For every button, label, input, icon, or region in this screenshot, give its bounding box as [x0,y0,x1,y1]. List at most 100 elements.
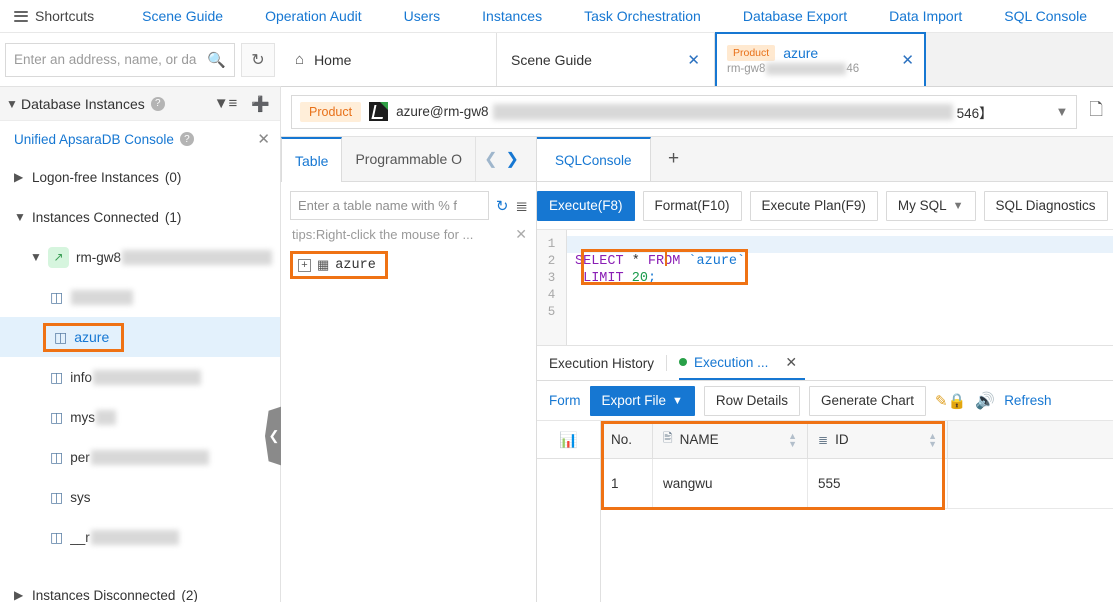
filter-icon[interactable]: ▼≡ [214,95,238,112]
plus-icon[interactable]: ➕ [251,95,270,113]
close-icon[interactable]: ✕ [785,354,797,371]
sidebar-group-instances-disconnected[interactable]: ▶ Instances Disconnected (2) [0,575,280,602]
help-icon[interactable]: ? [179,132,194,146]
nav-item-task-orchestration[interactable]: Task Orchestration [584,8,701,24]
tree-node-azure[interactable]: + ▦ azure [290,251,388,279]
close-icon[interactable]: ✕ [687,51,700,69]
search-input-placeholder: Enter an address, name, or da [14,52,197,67]
pencil-lock-icon[interactable]: ✎🔒 [935,392,966,410]
table-icon: ▦ [317,257,330,272]
bar-chart-icon[interactable]: 📊 [537,421,600,459]
unified-console-row: Unified ApsaraDB Console ? ✕ [0,121,280,157]
tab-programmable-objects[interactable]: Programmable O [342,137,477,181]
chevron-right-icon[interactable]: ❯ [505,149,518,169]
table-search-input[interactable] [290,191,489,220]
redacted-instance-id [766,63,847,75]
sidebar-db-item-performance[interactable]: ◫ per [0,437,280,477]
expand-icon[interactable]: + [298,258,311,272]
chevron-left-icon: ❮ [268,428,280,443]
chevron-down-icon[interactable]: ▼ [4,97,20,111]
line-number: 5 [547,305,556,319]
close-icon[interactable]: ✕ [257,130,270,148]
search-input[interactable]: Enter an address, name, or da 🔍 [5,42,235,77]
sidebar-db-item[interactable]: ◫ [0,277,280,317]
sort-icon[interactable]: ▲ ▼ [788,431,797,448]
sidebar-group-instances-connected[interactable]: ▼ Instances Connected (1) [0,197,280,237]
unified-apsaradb-console-link[interactable]: Unified ApsaraDB Console [14,132,174,147]
help-icon[interactable]: ? [150,96,165,111]
tab-sqlconsole[interactable]: SQLConsole [537,137,651,181]
sql-toolbar: Execute(F8) Format(F10) Execute Plan(F9)… [537,182,1113,230]
nav-item-instances[interactable]: Instances [482,8,542,24]
nav-item-database-export[interactable]: Database Export [743,8,847,24]
cell-id[interactable]: 555 [808,459,948,508]
tab-label: Scene Guide [511,51,592,68]
sidebar-db-item-mysql[interactable]: ◫ mys [0,397,280,437]
tab-execution-result[interactable]: Execution ... ✕ [679,346,806,380]
nav-item-users[interactable]: Users [404,8,441,24]
text-caret [665,252,667,266]
grid-header-id[interactable]: ≣ ID ▲ ▼ [808,421,948,458]
chevron-right-icon: ▶ [14,588,24,602]
refresh-icon[interactable]: ↻ [496,197,509,215]
sql-code[interactable]: SELECT * FROM `azure` LIMIT 20; [567,230,1113,357]
execute-button[interactable]: Execute(F8) [537,190,635,221]
form-button[interactable]: Form [549,393,581,408]
copy-icon[interactable]: 🗋 [1089,97,1103,126]
add-sql-tab-button[interactable]: + [651,137,697,181]
close-icon[interactable]: ✕ [901,51,914,69]
close-icon[interactable]: ✕ [515,226,527,243]
list-settings-icon[interactable]: ≣ [515,197,528,215]
chevron-left-icon[interactable]: ❮ [484,149,497,169]
export-file-button[interactable]: Export File ▼ [589,385,695,416]
sidebar-instance-rm-gw8[interactable]: ▼ ↗ rm-gw8 [0,237,280,277]
search-icon[interactable]: 🔍 [207,51,226,69]
refresh-button[interactable]: ↻ [241,42,275,77]
execute-plan-button[interactable]: Execute Plan(F9) [749,190,878,221]
shortcuts-button[interactable]: Shortcuts [14,8,94,24]
sidebar-db-item-sys[interactable]: ◫ sys [0,477,280,517]
redacted-instance-id [122,249,273,265]
tab-execution-history[interactable]: Execution History [549,346,666,380]
nav-item-operation-audit[interactable]: Operation Audit [265,8,362,24]
grid-header-no[interactable]: No. [601,421,653,458]
tab-scene-guide[interactable]: Scene Guide ✕ [497,33,715,86]
hamburger-menu-icon[interactable] [14,8,28,24]
sort-icon[interactable]: ▲ ▼ [928,431,937,448]
sidebar-db-label: __r [70,529,90,545]
sql-keyword: SELECT [575,254,624,269]
product-selector[interactable]: Product azure@rm-gw8 546】 ▼ [291,94,1078,129]
export-file-label: Export File [601,393,667,408]
my-sql-dropdown[interactable]: My SQL ▼ [885,190,976,221]
row-details-button[interactable]: Row Details [703,385,800,416]
group-label: Logon-free Instances [32,169,159,185]
tab-home[interactable]: ⌂ Home [281,33,497,86]
chevron-down-icon: ▼ [672,394,683,407]
grid-header-name[interactable]: 🖹 NAME ▲ ▼ [653,421,808,458]
speaker-icon[interactable]: 🔊 [975,391,995,411]
generate-chart-button[interactable]: Generate Chart [808,385,927,416]
sidebar-db-item-azure[interactable]: ◫ azure [0,317,280,357]
sidebar-group-logon-free[interactable]: ▶ Logon-free Instances (0) [0,157,280,197]
sql-editor[interactable]: 1 2 3 4 5 SELECT * FROM `azure` LIMIT 20… [537,230,1113,357]
tab-label: SQLConsole [555,152,632,168]
chevron-down-icon[interactable]: ▼ [1055,104,1068,119]
tab-label: Execution History [549,355,655,371]
tab-subtitle-prefix: rm-gw8 [727,63,766,75]
nav-item-sql-console[interactable]: SQL Console [1004,8,1087,24]
cell-name[interactable]: wangwu [653,459,808,508]
cell-filler [948,459,1113,508]
grid-header-row: No. 🖹 NAME ▲ ▼ ≣ ID ▲ ▼ [601,421,1113,459]
tab-azure-product[interactable]: Product azure rm-gw8 46 ✕ [715,32,926,86]
nav-item-scene-guide[interactable]: Scene Guide [142,8,223,24]
sql-diagnostics-button[interactable]: SQL Diagnostics [983,190,1108,221]
table-row[interactable]: 1 wangwu 555 [601,459,1113,509]
refresh-button[interactable]: Refresh [1004,393,1051,408]
tab-table[interactable]: Table [281,137,343,182]
nav-item-data-import[interactable]: Data Import [889,8,962,24]
sidebar-db-item-recycle[interactable]: ◫ __r [0,517,280,557]
format-button[interactable]: Format(F10) [642,190,742,221]
sidebar-db-label: info [70,369,93,385]
sidebar-db-item-info[interactable]: ◫ info [0,357,280,397]
text-column-icon: 🖹 [663,431,673,445]
